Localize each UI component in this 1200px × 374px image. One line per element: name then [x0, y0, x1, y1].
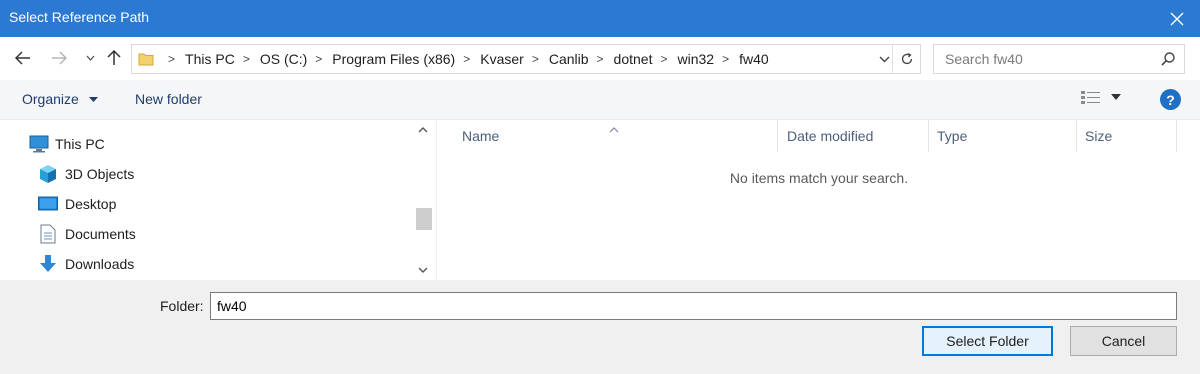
dialog-footer: Folder: Select Folder Cancel [0, 280, 1200, 374]
recent-locations-button[interactable] [79, 47, 101, 69]
breadcrumb-separator[interactable]: > [722, 52, 729, 66]
breadcrumb-separator[interactable]: > [463, 52, 470, 66]
breadcrumb-separator[interactable]: > [597, 52, 604, 66]
breadcrumb-win32[interactable]: win32 [678, 51, 715, 67]
scroll-up-button[interactable] [410, 120, 436, 140]
file-list: Name Date modified Type Size No items ma… [436, 120, 1200, 280]
cube-icon [37, 163, 59, 185]
navpane-item-label: Documents [65, 226, 136, 242]
navpane-item-label: Downloads [65, 256, 135, 272]
navigation-bar: > This PC > OS (C:) > Program Files (x86… [0, 37, 1200, 80]
close-button[interactable] [1154, 0, 1200, 37]
breadcrumb-program-files[interactable]: Program Files (x86) [332, 51, 455, 67]
details-view-icon [1081, 91, 1100, 104]
arrow-right-icon [52, 51, 67, 65]
new-folder-button[interactable]: New folder [135, 91, 202, 107]
scroll-down-button[interactable] [410, 260, 436, 280]
breadcrumb-separator[interactable]: > [660, 52, 667, 66]
breadcrumb-dotnet[interactable]: dotnet [614, 51, 653, 67]
navpane-item-label: This PC [55, 136, 105, 152]
column-header-size[interactable]: Size [1077, 120, 1177, 152]
navpane-item-label: 3D Objects [65, 166, 135, 182]
chevron-down-icon [86, 55, 94, 61]
up-button[interactable] [103, 47, 125, 69]
caret-down-icon [88, 97, 98, 103]
breadcrumb-separator[interactable]: > [168, 52, 175, 66]
select-folder-button[interactable]: Select Folder [922, 326, 1053, 356]
forward-button[interactable] [48, 47, 70, 69]
organize-button[interactable]: Organize [22, 91, 98, 107]
address-bar[interactable]: > This PC > OS (C:) > Program Files (x86… [131, 44, 921, 74]
breadcrumb-this-pc[interactable]: This PC [185, 51, 235, 67]
arrow-left-icon [15, 51, 30, 65]
empty-message: No items match your search. [729, 170, 909, 186]
breadcrumb: > This PC > OS (C:) > Program Files (x86… [160, 45, 769, 73]
breadcrumb-canlib[interactable]: Canlib [549, 51, 589, 67]
cancel-button[interactable]: Cancel [1070, 326, 1177, 356]
organize-label: Organize [22, 91, 79, 107]
navpane-item-this-pc[interactable]: This PC [0, 129, 410, 159]
back-button[interactable] [12, 47, 34, 69]
address-dropdown-button[interactable] [879, 51, 890, 70]
navpane-item-downloads[interactable]: Downloads [0, 249, 410, 279]
sort-ascending-icon [609, 120, 619, 136]
refresh-button[interactable] [892, 45, 920, 73]
folder-field[interactable] [210, 292, 1177, 320]
navigation-pane: This PC 3D Objects Desktop Documents Dow… [0, 120, 436, 280]
help-button[interactable]: ? [1160, 89, 1181, 110]
chevron-up-icon [418, 127, 428, 133]
document-icon [37, 223, 59, 245]
navpane-item-3d-objects[interactable]: 3D Objects [0, 159, 410, 189]
search-icon[interactable] [1160, 51, 1176, 70]
desktop-icon [37, 193, 59, 215]
window-title: Select Reference Path [9, 9, 150, 25]
navpane-item-label: Desktop [65, 196, 117, 212]
folder-icon [138, 51, 154, 70]
breadcrumb-separator[interactable]: > [532, 52, 539, 66]
breadcrumb-separator[interactable]: > [243, 52, 250, 66]
scroll-thumb[interactable] [416, 208, 432, 230]
navpane-item-documents[interactable]: Documents [0, 219, 410, 249]
breadcrumb-fw40[interactable]: fw40 [739, 51, 769, 67]
refresh-icon [901, 52, 912, 65]
search-input[interactable]: Search fw40 [945, 51, 1023, 67]
breadcrumb-os-c[interactable]: OS (C:) [260, 51, 307, 67]
chevron-down-icon [879, 56, 890, 63]
change-view-button[interactable] [1081, 90, 1121, 104]
column-header-type[interactable]: Type [929, 120, 1077, 152]
arrow-up-icon [107, 50, 121, 65]
command-toolbar: Organize New folder ? [0, 80, 1200, 120]
caret-down-icon [1111, 94, 1121, 100]
search-box[interactable]: Search fw40 [933, 44, 1185, 74]
download-icon [37, 253, 59, 275]
title-bar: Select Reference Path [0, 0, 1200, 37]
column-header-date-modified[interactable]: Date modified [779, 120, 929, 152]
computer-icon [28, 133, 50, 155]
folder-label: Folder: [160, 298, 204, 314]
chevron-down-icon [418, 267, 428, 273]
breadcrumb-separator[interactable]: > [315, 52, 322, 66]
help-icon: ? [1166, 91, 1175, 108]
navpane-scrollbar[interactable] [410, 120, 436, 280]
navpane-item-desktop[interactable]: Desktop [0, 189, 410, 219]
close-icon [1170, 12, 1184, 25]
breadcrumb-kvaser[interactable]: Kvaser [480, 51, 524, 67]
